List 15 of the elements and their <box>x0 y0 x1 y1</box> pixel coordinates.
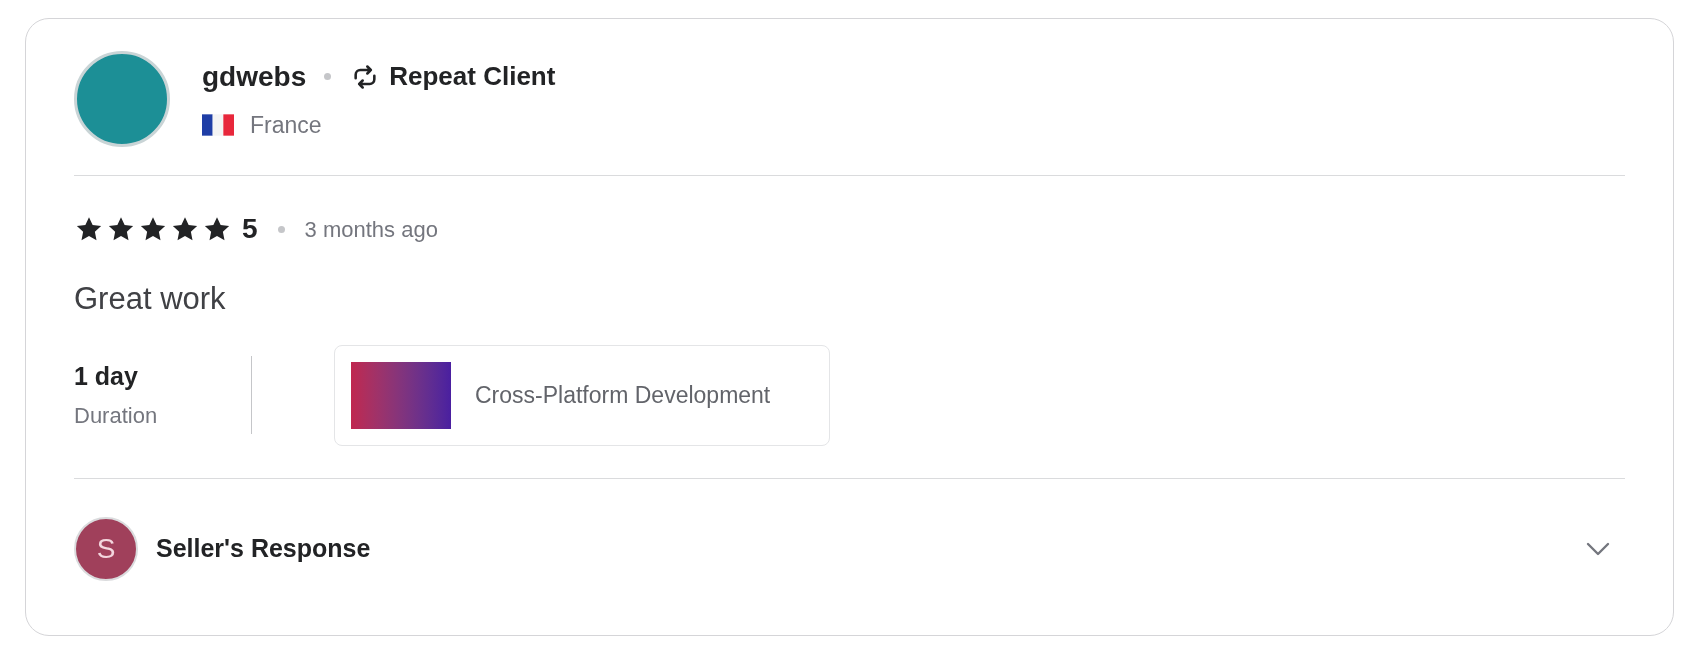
reviewer-name: gdwebs <box>202 59 307 94</box>
seller-response-label: Seller's Response <box>156 532 371 564</box>
duration-label: Duration <box>74 402 159 431</box>
country: France <box>250 110 322 140</box>
seller-avatar: S <box>74 516 138 581</box>
review-text: Great work <box>74 280 227 318</box>
duration-value: 1 day <box>74 360 139 392</box>
repeat-client-label: Repeat Client <box>389 60 556 94</box>
flag-icon <box>202 114 234 136</box>
review-time: 3 months ago <box>304 215 438 244</box>
gig-title: Cross-Platform Development <box>475 380 771 410</box>
gig-card[interactable]: Cross-Platform Development <box>334 344 830 446</box>
expand-toggle[interactable] <box>1585 540 1611 557</box>
chevron-icon <box>1585 540 1611 557</box>
rating-score: 5 <box>242 212 258 246</box>
